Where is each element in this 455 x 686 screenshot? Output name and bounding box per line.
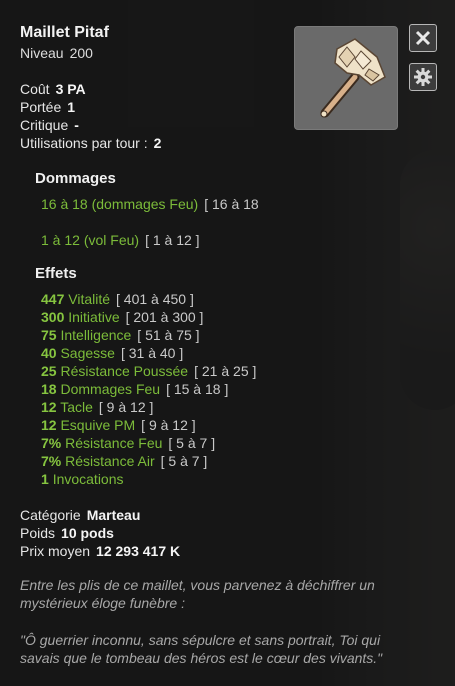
effects-title: Effets [35, 265, 77, 282]
damage-line: 1 à 12 (vol Feu)[ 1 à 12 ] [41, 232, 200, 248]
effect-line: 7% Résistance Air[ 5 à 7 ] [41, 453, 208, 469]
damage-line: 16 à 18 (dommages Feu)[ 16 à 18 [41, 196, 259, 212]
stat-critical: Critique - [20, 117, 79, 133]
effect-line: 12 Tacle[ 9 à 12 ] [41, 399, 154, 415]
item-meta: Catégorie Marteau Poids 10 pods Prix moyen… [20, 506, 180, 560]
effect-line: 40 Sagesse[ 31 à 40 ] [41, 345, 184, 361]
effect-line: 75 Intelligence[ 51 à 75 ] [41, 327, 200, 343]
item-stats: Coût 3 PA Portée 1 Critique - Utilisations … [20, 80, 161, 152]
effect-line: 18 Dommages Feu[ 15 à 18 ] [41, 381, 229, 397]
item-description-quote: "Ô guerrier inconnu, sans sépulcre et sa… [20, 632, 383, 666]
effects-list: 447 Vitalité[ 401 à 450 ] 300 Initiative… [41, 290, 256, 488]
damage-list: 16 à 18 (dommages Feu)[ 16 à 18 1 à 12 (… [41, 195, 259, 249]
stat-range: Portée 1 [20, 99, 76, 115]
stat-uses-per-turn: Utilisations par tour :2 [20, 135, 162, 151]
hammer-icon [320, 38, 386, 118]
effect-line: 300 Initiative[ 201 à 300 ] [41, 309, 204, 325]
item-level: Niveau 200 [20, 45, 93, 61]
gear-icon [414, 68, 432, 86]
level-value: 200 [69, 45, 93, 61]
effect-line: 447 Vitalité[ 401 à 450 ] [41, 291, 194, 307]
meta-average-price: Prix moyen 12 293 417 K [20, 543, 181, 559]
effect-line: 12 Esquive PM[ 9 à 12 ] [41, 417, 196, 433]
close-icon [415, 30, 431, 46]
item-image-frame [294, 26, 398, 130]
item-description-intro: Entre les plis de ce maillet, vous parve… [20, 577, 375, 611]
settings-button[interactable] [409, 63, 437, 91]
item-name: Maillet Pitaf [20, 24, 109, 41]
meta-category: Catégorie Marteau [20, 507, 141, 523]
effect-line: 7% Résistance Feu[ 5 à 7 ] [41, 435, 216, 451]
effect-line: 25 Résistance Poussée[ 21 à 25 ] [41, 363, 257, 379]
stat-cost: Coût 3 PA [20, 81, 86, 97]
close-button[interactable] [409, 24, 437, 52]
damage-title: Dommages [35, 170, 116, 187]
meta-weight: Poids 10 pods [20, 525, 114, 541]
effect-line: 1 Invocations [41, 471, 124, 487]
level-label: Niveau [20, 45, 64, 61]
